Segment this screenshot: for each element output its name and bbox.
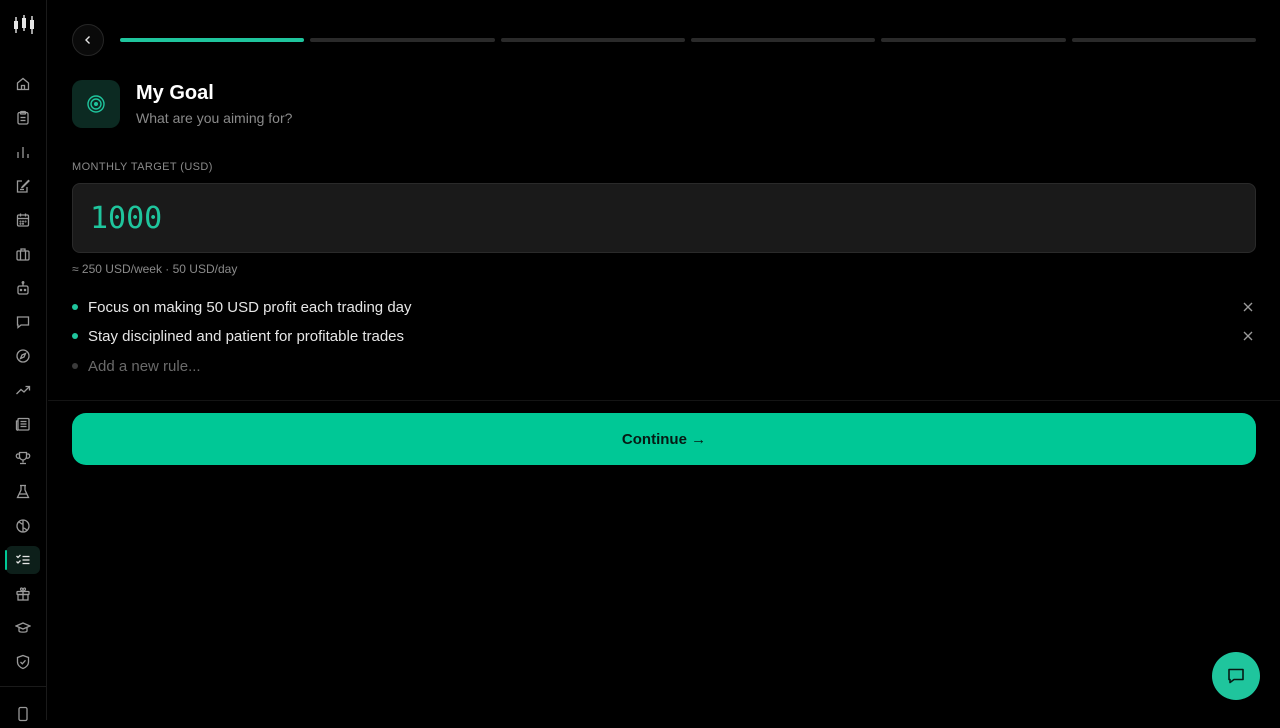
bar-chart-icon: [17, 147, 29, 158]
rule-text: Stay disciplined and patient for profita…: [88, 327, 405, 345]
sidebar-item-bot[interactable]: [6, 274, 40, 302]
progress-segment: [881, 38, 1066, 42]
sidebar-item-lab[interactable]: [6, 478, 40, 506]
sidebar-item-leaderboard[interactable]: [6, 444, 40, 472]
message-icon: [16, 316, 30, 329]
gift-icon: [16, 587, 30, 601]
progress-segment: [120, 38, 305, 42]
progress-segment: [500, 38, 685, 42]
checklist-icon: [16, 554, 30, 565]
compass-icon: [16, 349, 30, 363]
journal-edit-icon: [16, 179, 30, 193]
flask-icon: [16, 484, 30, 499]
section-divider: [48, 400, 1280, 401]
calendar-icon: [16, 213, 30, 227]
shield-check-icon: [16, 654, 30, 670]
remove-rule-button[interactable]: [1240, 328, 1256, 344]
clipboard-icon: [17, 110, 29, 125]
rule-item: Focus on making 50 USD profit each tradi…: [72, 296, 1256, 318]
chat-icon: [1228, 668, 1244, 684]
bullet-dot: [72, 304, 78, 310]
new-rule-row: [72, 355, 1256, 377]
rule-text: Focus on making 50 USD profit each tradi…: [88, 298, 412, 316]
progress-segment: [690, 38, 876, 42]
sidebar-item-analytics[interactable]: [6, 138, 40, 166]
sidebar-item-journal[interactable]: [6, 172, 40, 200]
close-icon: [1243, 331, 1253, 341]
progress-segment: [310, 38, 495, 42]
sidebar-item-insights[interactable]: [6, 512, 40, 540]
briefcase-icon: [16, 248, 30, 261]
robot-icon: [17, 281, 29, 295]
monthly-target-input[interactable]: [72, 183, 1256, 253]
brain-icon: [16, 519, 30, 533]
sidebar-item-goals[interactable]: [5, 546, 40, 574]
target-icon: [72, 80, 120, 128]
page-subtitle: What are you aiming for?: [136, 110, 293, 126]
bullet-dot: [72, 333, 78, 339]
trending-up-icon: [16, 385, 31, 395]
back-button[interactable]: [72, 24, 104, 56]
bullet-dot: [72, 363, 78, 369]
sidebar-item-clipboard[interactable]: [6, 104, 40, 132]
sidebar-item-explore[interactable]: [6, 342, 40, 370]
sidebar-item-news[interactable]: [6, 410, 40, 438]
support-chat-button[interactable]: [1212, 652, 1260, 700]
rule-item: Stay disciplined and patient for profita…: [72, 325, 1256, 347]
target-breakdown-hint: ≈ 250 USD/week · 50 USD/day: [72, 262, 238, 276]
sidebar-item-academy[interactable]: [6, 614, 40, 642]
sidebar-item-trends[interactable]: [6, 376, 40, 404]
sidebar-divider: [0, 686, 47, 687]
progress-segment: [1071, 38, 1256, 42]
remove-rule-button[interactable]: [1240, 299, 1256, 315]
step-progress: [120, 38, 1256, 42]
sidebar-item-mobile[interactable]: [6, 700, 40, 728]
close-icon: [1243, 302, 1253, 312]
sidebar: [0, 0, 47, 722]
sidebar-item-portfolio[interactable]: [6, 240, 40, 268]
graduation-cap-icon: [15, 622, 31, 633]
page-title: My Goal: [136, 82, 214, 104]
app-logo[interactable]: [12, 14, 36, 36]
continue-button[interactable]: Continue →: [72, 413, 1256, 465]
sidebar-item-home[interactable]: [6, 70, 40, 98]
sidebar-item-messages[interactable]: [6, 308, 40, 336]
new-rule-input[interactable]: [88, 357, 688, 375]
sidebar-item-calendar[interactable]: [6, 206, 40, 234]
main-content: My Goal What are you aiming for? Monthly…: [48, 0, 1280, 720]
trophy-icon: [15, 451, 31, 465]
newspaper-icon: [15, 417, 30, 431]
sidebar-item-security[interactable]: [6, 648, 40, 676]
chevron-left-icon: [85, 36, 90, 44]
monthly-target-label: Monthly target (USD): [72, 161, 213, 173]
sidebar-item-rewards[interactable]: [6, 580, 40, 608]
home-icon: [16, 77, 30, 91]
